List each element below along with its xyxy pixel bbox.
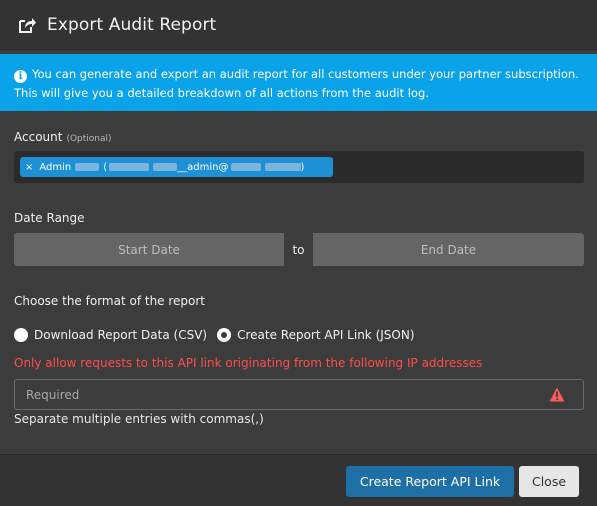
ip-field-wrapper — [14, 379, 584, 410]
date-range: Start Date to End Date — [14, 233, 584, 266]
ip-address-input[interactable] — [15, 380, 545, 409]
chip-prefix: Admin — [39, 161, 72, 173]
redacted-block — [109, 163, 150, 171]
redacted-block — [75, 163, 100, 171]
close-button[interactable]: Close — [519, 466, 579, 497]
account-label: Account (Optional) — [14, 130, 112, 144]
warning-triangle-icon — [549, 387, 565, 402]
account-chip: × Admin ( __admin@ ) — [20, 157, 333, 177]
ip-warning-text: Only allow requests to this API link ori… — [14, 356, 483, 370]
redacted-block — [264, 163, 301, 171]
format-label: Choose the format of the report — [14, 294, 206, 308]
format-options: Download Report Data (CSV) Create Report… — [14, 328, 425, 342]
radio-json[interactable] — [217, 328, 232, 342]
chip-email-local: __admin@ — [177, 161, 229, 173]
dialog-footer: Create Report API Link Close — [0, 454, 597, 506]
start-date-field[interactable]: Start Date — [14, 233, 284, 266]
share-export-icon — [18, 15, 38, 35]
dialog-title: Export Audit Report — [47, 14, 217, 35]
redacted-block — [230, 163, 261, 171]
redacted-block — [153, 163, 178, 171]
account-select[interactable]: × Admin ( __admin@ ) — [14, 151, 584, 183]
chip-paren: ( — [103, 161, 108, 173]
end-date-field[interactable]: End Date — [313, 233, 584, 266]
radio-json-label: Create Report API Link (JSON) — [237, 328, 415, 342]
radio-csv[interactable] — [14, 328, 28, 342]
radio-csv-label: Download Report Data (CSV) — [34, 328, 208, 342]
info-icon: i — [14, 70, 27, 83]
ip-help-text: Separate multiple entries with commas(,) — [14, 412, 264, 426]
chip-paren-close: ) — [300, 161, 305, 173]
format-option-csv[interactable]: Download Report Data (CSV) — [14, 328, 207, 342]
format-option-json[interactable]: Create Report API Link (JSON) — [217, 328, 415, 342]
create-report-api-link-button[interactable]: Create Report API Link — [346, 466, 514, 497]
remove-chip-icon[interactable]: × — [25, 162, 33, 173]
dialog-header: Export Audit Report — [0, 0, 597, 50]
optional-tag: (Optional) — [66, 134, 112, 144]
date-range-label: Date Range — [14, 211, 85, 225]
account-label-text: Account — [14, 130, 63, 144]
info-text: You can generate and export an audit rep… — [14, 67, 579, 100]
date-separator: to — [284, 233, 313, 266]
info-banner: i You can generate and export an audit re… — [0, 54, 597, 111]
